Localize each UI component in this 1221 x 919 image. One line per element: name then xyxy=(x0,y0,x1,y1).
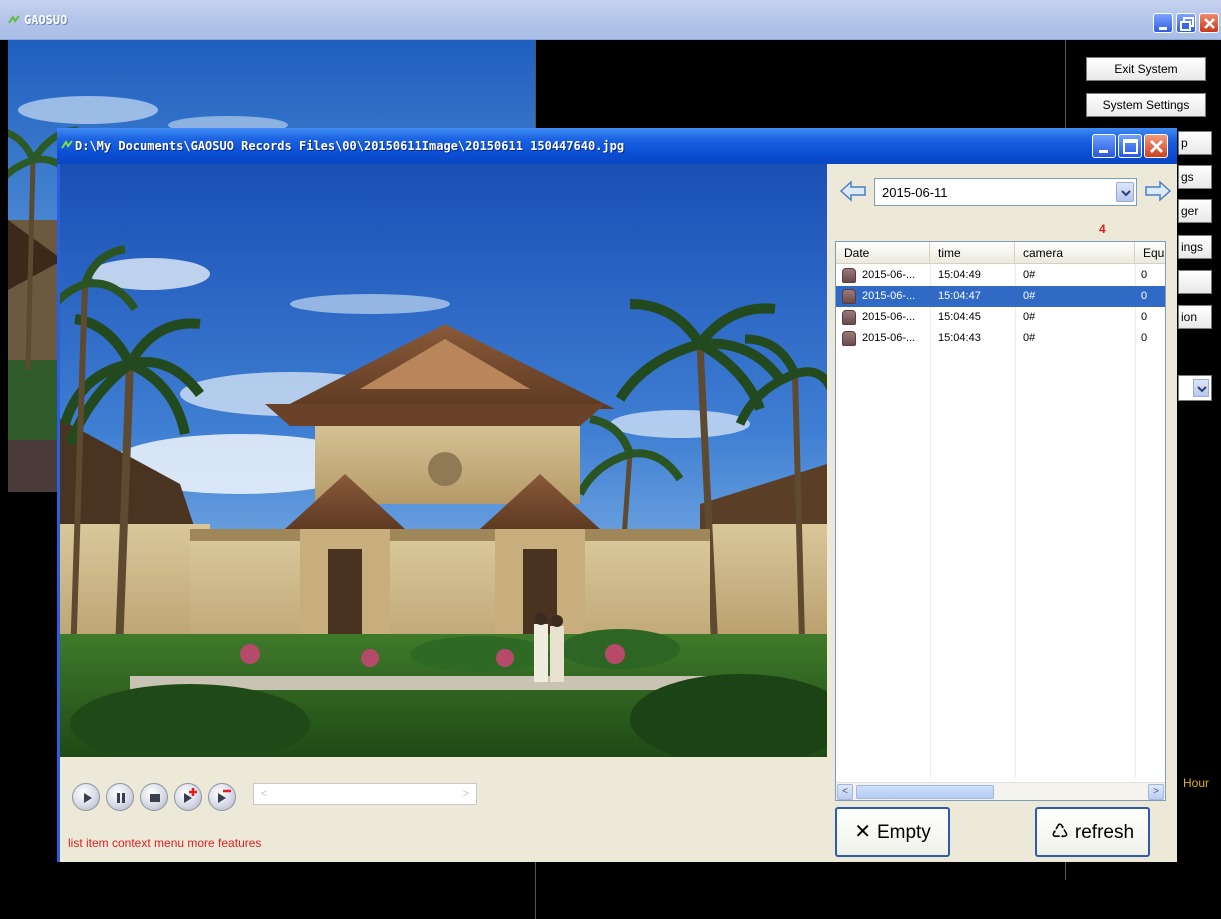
slow-down-button[interactable] xyxy=(208,783,236,811)
empty-button[interactable]: ✕ Empty xyxy=(835,807,950,857)
pause-button[interactable] xyxy=(106,783,134,811)
cell-camera: 0# xyxy=(1023,332,1036,344)
date-select[interactable]: 2015-06-11 xyxy=(874,178,1137,206)
playback-slider[interactable]: < > xyxy=(253,783,477,805)
scroll-right-arrow[interactable]: > xyxy=(1148,784,1164,800)
speed-up-button[interactable] xyxy=(174,783,202,811)
play-icon xyxy=(84,793,92,803)
app-logo-icon xyxy=(8,15,20,24)
side-button-4[interactable]: ings xyxy=(1178,235,1212,259)
column-equ[interactable]: Equ xyxy=(1135,242,1165,264)
cell-camera: 0# xyxy=(1023,311,1036,323)
hours-label: Hour xyxy=(1183,776,1210,790)
column-camera[interactable]: camera xyxy=(1015,242,1135,264)
exit-system-button[interactable]: Exit System xyxy=(1086,57,1206,81)
table-row[interactable]: 2015-06-... 15:04:43 0# 0 xyxy=(836,328,1165,349)
table-row[interactable]: 2015-06-... 15:04:45 0# 0 xyxy=(836,307,1165,328)
x-icon: ✕ xyxy=(854,821,871,843)
chevron-down-icon[interactable] xyxy=(1116,182,1134,202)
main-title: GAOSUO xyxy=(8,13,67,27)
slider-right-arrow[interactable]: > xyxy=(458,786,474,802)
next-date-button[interactable] xyxy=(1144,180,1172,202)
dialog-minimize-button[interactable] xyxy=(1092,134,1116,158)
speed-up-icon xyxy=(184,788,197,803)
image-viewer-dialog: D:\My Documents\GAOSUO Records Files\00\… xyxy=(57,128,1177,862)
camera-record-icon xyxy=(842,268,856,283)
cell-equ: 0 xyxy=(1141,332,1148,344)
main-close-button[interactable] xyxy=(1199,13,1219,33)
app-title-text: GAOSUO xyxy=(24,13,68,27)
scroll-left-arrow[interactable]: < xyxy=(837,784,853,800)
column-time[interactable]: time xyxy=(930,242,1015,264)
cell-camera: 0# xyxy=(1023,269,1036,281)
chevron-down-icon xyxy=(1193,379,1209,397)
side-button-1[interactable]: p xyxy=(1178,131,1212,155)
arrow-right-icon xyxy=(1145,180,1172,202)
snapshot-image xyxy=(60,164,827,757)
play-button[interactable] xyxy=(72,783,100,811)
side-button-3[interactable]: ger xyxy=(1178,199,1212,223)
camera-record-icon xyxy=(842,310,856,325)
refresh-button-label: refresh xyxy=(1074,822,1135,843)
system-settings-button[interactable]: System Settings xyxy=(1086,93,1206,117)
cell-date: 2015-06-... xyxy=(862,332,916,344)
app-logo-icon xyxy=(61,140,73,149)
cell-camera: 0# xyxy=(1023,290,1036,302)
main-minimize-button[interactable] xyxy=(1153,13,1173,33)
cell-time: 15:04:43 xyxy=(938,332,981,344)
close-icon xyxy=(1150,140,1163,153)
minimize-icon xyxy=(1099,150,1108,153)
records-panel: 2015-06-11 4 Date time camera Equ 2015-0… xyxy=(827,164,1177,862)
empty-button-label: Empty xyxy=(876,822,931,843)
pause-icon xyxy=(117,793,125,803)
slider-left-arrow[interactable]: < xyxy=(256,786,272,802)
minimize-icon xyxy=(1159,27,1167,30)
cell-equ: 0 xyxy=(1141,290,1148,302)
record-count: 4 xyxy=(1099,222,1106,236)
stop-button[interactable] xyxy=(140,783,168,811)
scroll-thumb[interactable] xyxy=(856,785,994,799)
cell-time: 15:04:45 xyxy=(938,311,981,323)
cell-date: 2015-06-... xyxy=(862,269,916,281)
dialog-title: D:\My Documents\GAOSUO Records Files\00\… xyxy=(75,139,625,153)
close-icon xyxy=(1204,18,1215,29)
main-title-bar: GAOSUO xyxy=(0,0,1221,40)
restore-icon xyxy=(1180,17,1194,31)
arrow-left-icon xyxy=(839,180,866,202)
resort-photo xyxy=(60,164,827,757)
player-controls: < > list item context menu more features xyxy=(60,757,827,862)
horizontal-scrollbar[interactable]: < > xyxy=(836,782,1165,800)
main-restore-button[interactable] xyxy=(1176,13,1196,33)
cell-time: 15:04:47 xyxy=(938,290,981,302)
cell-date: 2015-06-... xyxy=(862,311,916,323)
cell-equ: 0 xyxy=(1141,311,1148,323)
camera-record-icon xyxy=(842,289,856,304)
table-row-selected[interactable]: 2015-06-... 15:04:47 0# 0 xyxy=(836,286,1165,307)
context-menu-hint: list item context menu more features xyxy=(68,836,262,850)
cell-date: 2015-06-... xyxy=(862,290,916,302)
desktop: GAOSUO Exit System System Settings p gs … xyxy=(0,0,1221,919)
side-button-5[interactable] xyxy=(1178,270,1212,294)
table-row[interactable]: 2015-06-... 15:04:49 0# 0 xyxy=(836,265,1165,286)
slow-down-icon xyxy=(218,789,231,803)
dialog-close-button[interactable] xyxy=(1144,134,1168,158)
refresh-icon: ♺ xyxy=(1050,821,1069,843)
dialog-maximize-button[interactable] xyxy=(1118,134,1142,158)
side-button-2[interactable]: gs xyxy=(1178,165,1212,189)
stop-icon xyxy=(150,794,160,802)
list-header: Date time camera Equ xyxy=(836,242,1165,264)
cell-time: 15:04:49 xyxy=(938,269,981,281)
date-select-value: 2015-06-11 xyxy=(882,185,948,200)
previous-date-button[interactable] xyxy=(839,180,867,202)
column-date[interactable]: Date xyxy=(836,242,930,264)
maximize-icon xyxy=(1123,139,1138,154)
cell-equ: 0 xyxy=(1141,269,1148,281)
camera-record-icon xyxy=(842,331,856,346)
refresh-button[interactable]: ♺ refresh xyxy=(1035,807,1150,857)
dialog-title-bar[interactable]: D:\My Documents\GAOSUO Records Files\00\… xyxy=(57,128,1177,164)
side-dropdown[interactable] xyxy=(1178,375,1212,401)
records-list[interactable]: Date time camera Equ 2015-06-... 15:04:4… xyxy=(835,241,1166,801)
side-button-6[interactable]: ion xyxy=(1178,305,1212,329)
